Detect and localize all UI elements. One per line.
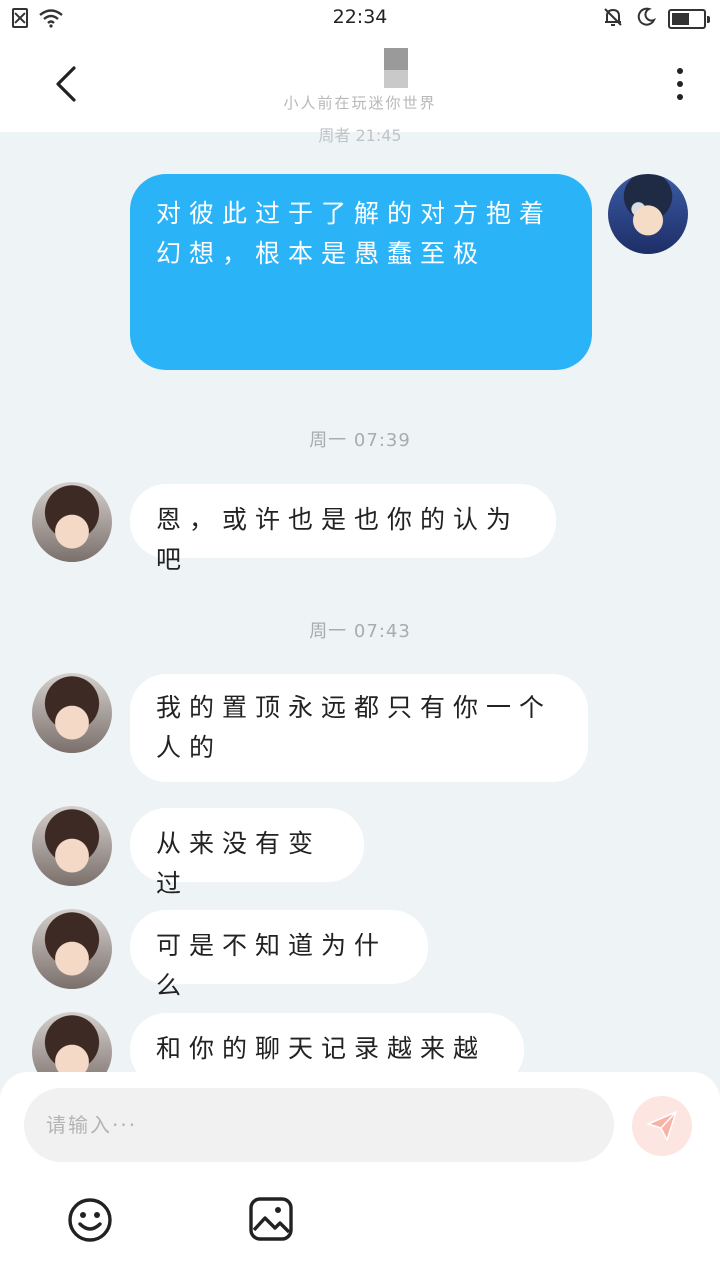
contact-avatar[interactable] bbox=[32, 909, 112, 989]
contact-avatar-blurred[interactable] bbox=[384, 48, 408, 88]
message-bubble-incoming[interactable]: 我的置顶永远都只有你一个人的 bbox=[130, 674, 588, 782]
message-input[interactable]: 请输入··· bbox=[24, 1088, 614, 1162]
message-bubble-incoming[interactable]: 可是不知道为什么 bbox=[130, 910, 428, 1000]
image-icon bbox=[249, 1197, 293, 1241]
chat-header: 小人前在玩迷你世界 bbox=[0, 36, 720, 132]
timestamp: 周一 07:43 bbox=[309, 621, 411, 642]
emoji-button[interactable] bbox=[66, 1196, 114, 1244]
battery-level bbox=[672, 13, 689, 25]
more-dot bbox=[677, 94, 683, 100]
timestamp: 周一 07:39 bbox=[309, 430, 411, 451]
contact-status-text: 小人前在玩迷你世界 bbox=[283, 94, 437, 112]
contact-avatar[interactable] bbox=[32, 673, 112, 753]
status-right-icons bbox=[602, 6, 710, 32]
message-bubble-incoming[interactable]: 恩，或许也是也你的认为吧 bbox=[130, 484, 556, 574]
contact-avatar[interactable] bbox=[32, 482, 112, 562]
send-icon bbox=[647, 1111, 677, 1141]
message-bubble-outgoing[interactable]: 对彼此过于了解的对方抱着幻想，根本是愚蠢至极 bbox=[130, 174, 592, 370]
more-dot bbox=[677, 81, 683, 87]
mute-bell-icon bbox=[602, 6, 624, 32]
message-bubble-incoming[interactable]: 从来没有变过 bbox=[130, 808, 364, 898]
status-bar: 22:34 bbox=[0, 0, 720, 36]
emoji-icon bbox=[68, 1198, 112, 1242]
faded-timestamp: 周者 21:45 bbox=[318, 126, 402, 145]
image-button[interactable] bbox=[248, 1196, 294, 1242]
more-vertical-icon bbox=[677, 68, 683, 74]
moon-icon bbox=[636, 7, 657, 31]
contact-avatar[interactable] bbox=[32, 806, 112, 886]
send-button[interactable] bbox=[632, 1096, 692, 1156]
my-avatar[interactable] bbox=[608, 174, 688, 254]
more-options-button[interactable] bbox=[668, 64, 692, 104]
composer-bar: 请输入··· bbox=[0, 1072, 720, 1280]
battery-icon bbox=[668, 9, 710, 29]
